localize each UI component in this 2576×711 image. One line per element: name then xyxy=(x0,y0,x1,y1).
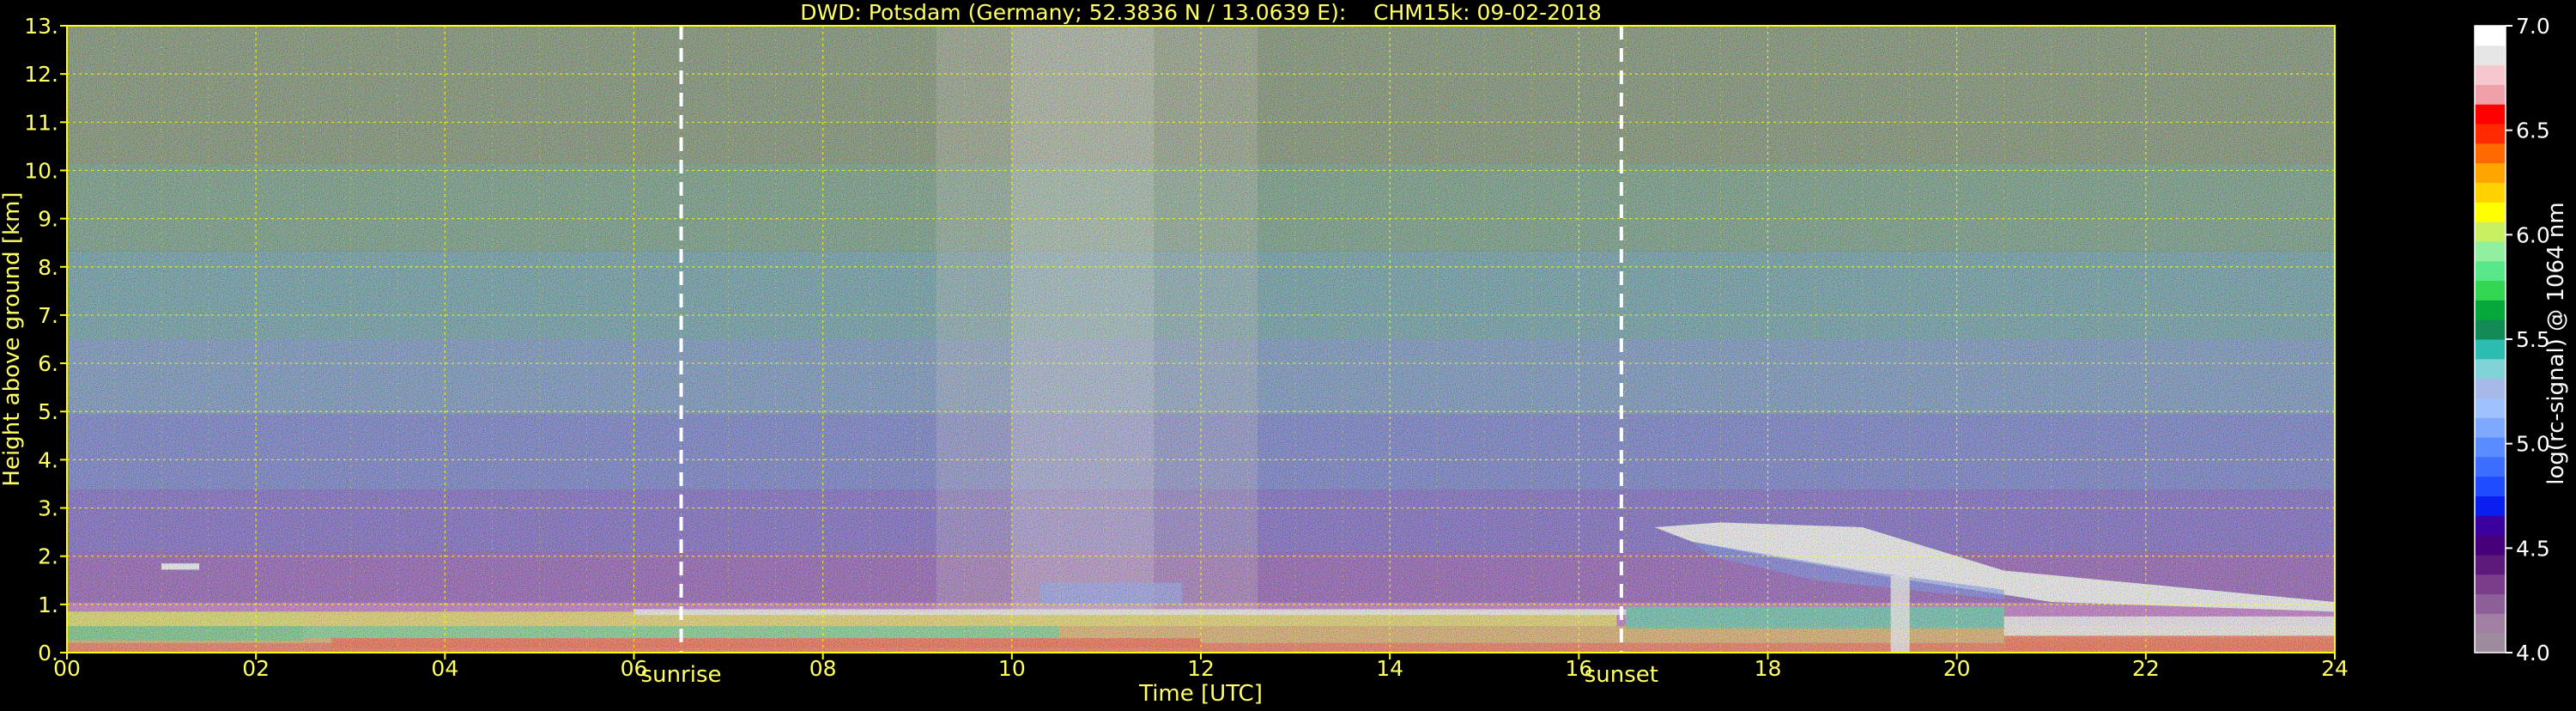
y-tick-label: 3. xyxy=(38,496,58,521)
colorbar-segment xyxy=(2475,84,2506,105)
colorbar-segment xyxy=(2475,26,2506,46)
x-tick-label: 06 xyxy=(621,656,648,681)
colorbar-segment xyxy=(2475,456,2506,477)
colorbar-segment xyxy=(2475,202,2506,222)
colorbar-segment xyxy=(2475,260,2506,282)
colorbar-segment xyxy=(2475,339,2506,360)
x-axis-ticks: 00 02 04 06 08 10 12 14 16 18 20 22 24 xyxy=(53,653,2349,681)
colorbar-segment xyxy=(2475,633,2506,653)
x-tick-label: 22 xyxy=(2132,656,2160,681)
colorbar-tick-label: 4.5 xyxy=(2516,536,2550,561)
colorbar-segment xyxy=(2475,319,2506,340)
colorbar-segment xyxy=(2475,124,2506,144)
y-axis-ticks: 0. 1. 2. 3. 4. 5. 6. 7. 8. 9. 10. 11. 12. 13. xyxy=(24,14,67,665)
x-tick-label: 20 xyxy=(1943,656,1971,681)
x-tick-label: 08 xyxy=(809,656,837,681)
colorbar-segment xyxy=(2475,437,2506,458)
colorbar-segment xyxy=(2475,535,2506,556)
colorbar-segment xyxy=(2475,143,2506,164)
colorbar-segment xyxy=(2475,182,2506,203)
x-axis-label: Time [UTC] xyxy=(1138,681,1263,707)
y-tick-label: 0. xyxy=(38,641,58,665)
ceilometer-figure: sunrise sunset 00 02 04 06 08 10 12 14 16 18 20 22 24… xyxy=(0,0,2576,708)
y-tick-label: 11. xyxy=(24,110,58,135)
x-tick-label: 18 xyxy=(1755,656,1782,681)
x-tick-label: 24 xyxy=(2321,656,2349,681)
y-tick-label: 6. xyxy=(38,351,58,376)
x-tick-label: 02 xyxy=(242,656,270,681)
y-tick-label: 5. xyxy=(38,399,58,424)
y-tick-label: 4. xyxy=(38,447,58,472)
colorbar-tick-label: 4.0 xyxy=(2516,641,2550,665)
colorbar-segment xyxy=(2475,417,2506,438)
colorbar-segment xyxy=(2475,574,2506,595)
x-tick-label: 14 xyxy=(1376,656,1403,681)
colorbar-segment xyxy=(2475,613,2506,634)
colorbar-segment xyxy=(2475,240,2506,262)
colorbar-segment xyxy=(2475,280,2506,301)
colorbar-label: log(rc-signal) @ 1064 nm xyxy=(2543,202,2569,484)
x-tick-label: 12 xyxy=(1187,656,1215,681)
event-label-sunset: sunset xyxy=(1585,662,1658,688)
y-tick-label: 10. xyxy=(24,158,58,183)
x-tick-label: 10 xyxy=(998,656,1026,681)
colorbar-segment xyxy=(2475,64,2506,85)
colorbar-segment xyxy=(2475,378,2506,398)
colorbar-segment xyxy=(2475,593,2506,614)
colorbar-segment xyxy=(2475,45,2506,66)
colorbar-segment xyxy=(2475,515,2506,536)
colorbar-segment xyxy=(2475,162,2506,183)
y-tick-label: 2. xyxy=(38,544,58,569)
x-tick-label: 04 xyxy=(431,656,458,681)
y-tick-label: 7. xyxy=(38,303,58,328)
chart-title: DWD: Potsdam (Germany; 52.3836 N / 13.06… xyxy=(800,0,1602,25)
colorbar-segment xyxy=(2475,104,2506,125)
x-tick-label: 16 xyxy=(1565,656,1592,681)
event-label-sunrise: sunrise xyxy=(641,662,722,688)
colorbar-segment xyxy=(2475,300,2506,320)
colorbar-segment xyxy=(2475,476,2506,496)
colorbar-segment xyxy=(2475,222,2506,242)
y-axis-label: Height above ground [km] xyxy=(0,191,25,486)
colorbar-tick-label: 6.5 xyxy=(2516,118,2550,143)
ceilometer-chart: sunrise sunset 00 02 04 06 08 10 12 14 16 18 20 22 24… xyxy=(0,0,2569,707)
y-tick-label: 12. xyxy=(24,62,58,87)
y-tick-label: 1. xyxy=(38,592,58,617)
colorbar xyxy=(2474,25,2506,653)
colorbar-segment xyxy=(2475,398,2506,418)
colorbar-segment xyxy=(2475,495,2506,516)
colorbar-segment xyxy=(2475,554,2506,575)
y-tick-label: 8. xyxy=(38,255,58,280)
colorbar-tick-label: 7.0 xyxy=(2516,14,2550,39)
colorbar-segment xyxy=(2475,358,2506,380)
y-tick-label: 9. xyxy=(38,207,58,232)
y-tick-label: 13. xyxy=(24,14,58,39)
